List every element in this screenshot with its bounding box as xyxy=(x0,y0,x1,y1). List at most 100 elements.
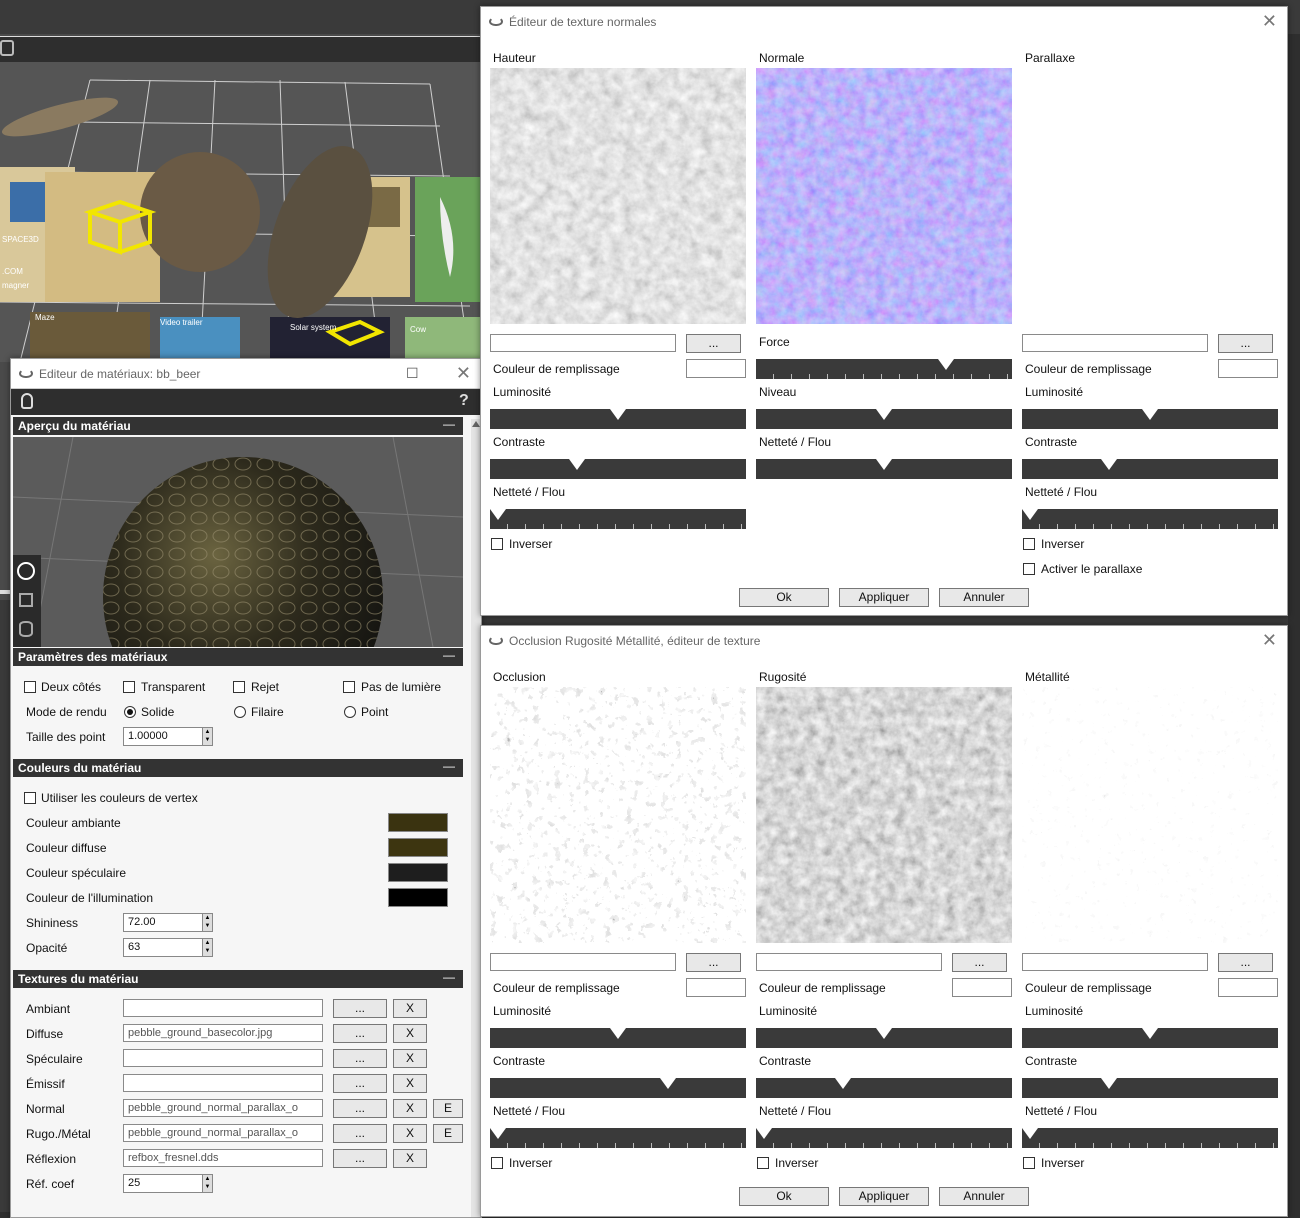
speculaire-swatch[interactable] xyxy=(388,863,448,882)
parallaxe-inverser-checkbox[interactable] xyxy=(1023,538,1035,550)
tex-diffuse-field[interactable]: pebble_ground_basecolor.jpg xyxy=(123,1024,323,1042)
opacite-input[interactable]: 63 ▲ ▼ xyxy=(123,938,213,957)
close-button[interactable]: ✕ xyxy=(1262,630,1277,651)
tex-diffuse-browse[interactable]: ... xyxy=(333,1024,387,1043)
cube-tool-icon[interactable] xyxy=(0,40,14,56)
slider-thumb[interactable] xyxy=(1142,409,1158,420)
activer-parallaxe-checkbox[interactable] xyxy=(1023,563,1035,575)
ok-button[interactable]: Ok xyxy=(739,1187,829,1206)
hauteur-cont-slider[interactable] xyxy=(490,459,746,479)
rugosite-inverser-checkbox[interactable] xyxy=(757,1157,769,1169)
cube-shape-icon[interactable] xyxy=(19,593,33,607)
occlusion-net-slider[interactable] xyxy=(490,1128,746,1148)
ambiante-swatch[interactable] xyxy=(388,813,448,832)
slider-thumb[interactable] xyxy=(835,1078,852,1089)
occlusion-cont-slider[interactable] xyxy=(490,1078,746,1098)
material-preview[interactable] xyxy=(13,437,463,647)
deux-cotes-checkbox[interactable] xyxy=(24,681,36,693)
force-slider[interactable] xyxy=(756,359,1012,379)
rugosite-map-preview[interactable] xyxy=(756,687,1012,943)
tex-reflexion-clear[interactable]: X xyxy=(393,1149,427,1168)
hauteur-browse-button[interactable]: ... xyxy=(686,334,741,353)
metallite-cont-slider[interactable] xyxy=(1022,1078,1278,1098)
appliquer-button[interactable]: Appliquer xyxy=(839,588,929,607)
tex-emissif-clear[interactable]: X xyxy=(393,1074,427,1093)
metallite-browse-button[interactable]: ... xyxy=(1218,953,1273,972)
tex-speculaire-field[interactable] xyxy=(123,1049,323,1067)
slider-thumb[interactable] xyxy=(876,459,892,470)
hauteur-fill-swatch[interactable] xyxy=(686,359,746,378)
slider-thumb[interactable] xyxy=(569,459,586,470)
tex-ambiant-clear[interactable]: X xyxy=(393,999,427,1018)
normal-editor-titlebar[interactable]: Éditeur de texture normales ✕ xyxy=(481,7,1287,37)
refcoef-input[interactable]: 25 ▲ ▼ xyxy=(123,1174,213,1193)
parallaxe-fill-swatch[interactable] xyxy=(1218,359,1278,378)
metallite-map-preview[interactable] xyxy=(1022,687,1278,943)
parallaxe-lum-slider[interactable] xyxy=(1022,409,1278,429)
parallaxe-net-slider[interactable] xyxy=(1022,509,1278,529)
filaire-radio[interactable] xyxy=(234,706,246,718)
slider-thumb[interactable] xyxy=(1022,509,1038,520)
parallaxe-path-field[interactable] xyxy=(1022,334,1208,352)
height-map-preview[interactable] xyxy=(490,68,746,324)
orm-editor-titlebar[interactable]: Occlusion Rugosité Métallité, éditeur de… xyxy=(481,626,1287,656)
rugosite-browse-button[interactable]: ... xyxy=(952,953,1007,972)
tex-normal-field[interactable]: pebble_ground_normal_parallax_o xyxy=(123,1099,323,1117)
parallaxe-cont-slider[interactable] xyxy=(1022,459,1278,479)
tex-emissif-browse[interactable]: ... xyxy=(333,1074,387,1093)
metallite-inverser-checkbox[interactable] xyxy=(1023,1157,1035,1169)
cylinder-shape-icon[interactable] xyxy=(19,621,33,637)
occlusion-path-field[interactable] xyxy=(490,953,676,971)
section-colors[interactable]: Couleurs du matériau — xyxy=(13,759,463,777)
tex-ambiant-field[interactable] xyxy=(123,999,323,1017)
illumination-swatch[interactable] xyxy=(388,888,448,907)
bulb-icon[interactable] xyxy=(21,393,33,409)
tex-rugo-browse[interactable]: ... xyxy=(333,1124,387,1143)
parallaxe-browse-button[interactable]: ... xyxy=(1218,334,1273,353)
slider-thumb[interactable] xyxy=(938,359,955,370)
hauteur-path-field[interactable] xyxy=(490,334,676,352)
rugosite-net-slider[interactable] xyxy=(756,1128,1012,1148)
occlusion-fill-swatch[interactable] xyxy=(686,978,746,997)
metallite-net-slider[interactable] xyxy=(1022,1128,1278,1148)
slider-thumb[interactable] xyxy=(876,409,892,420)
slider-thumb[interactable] xyxy=(1101,1078,1118,1089)
section-textures[interactable]: Textures du matériau — xyxy=(13,970,463,988)
hauteur-net-slider[interactable] xyxy=(490,509,746,529)
annuler-button[interactable]: Annuler xyxy=(939,1187,1029,1206)
close-button[interactable]: ✕ xyxy=(1262,11,1277,32)
tex-normal-edit[interactable]: E xyxy=(433,1099,463,1118)
slider-thumb[interactable] xyxy=(1022,1128,1038,1139)
slider-thumb[interactable] xyxy=(876,1028,892,1039)
slider-thumb[interactable] xyxy=(490,509,506,520)
tex-reflexion-field[interactable]: refbox_fresnel.dds xyxy=(123,1149,323,1167)
section-params[interactable]: Paramètres des matériaux — xyxy=(13,648,463,666)
tex-speculaire-clear[interactable]: X xyxy=(393,1049,427,1068)
occlusion-map-preview[interactable] xyxy=(490,687,746,943)
tex-rugo-clear[interactable]: X xyxy=(393,1124,427,1143)
appliquer-button[interactable]: Appliquer xyxy=(839,1187,929,1206)
metallite-path-field[interactable] xyxy=(1022,953,1208,971)
tex-normal-clear[interactable]: X xyxy=(393,1099,427,1118)
occlusion-browse-button[interactable]: ... xyxy=(686,953,741,972)
pas-lumiere-checkbox[interactable] xyxy=(343,681,355,693)
tex-emissif-field[interactable] xyxy=(123,1074,323,1092)
sphere-shape-icon[interactable] xyxy=(17,562,35,580)
rejet-checkbox[interactable] xyxy=(233,681,245,693)
occlusion-lum-slider[interactable] xyxy=(490,1028,746,1048)
slider-thumb[interactable] xyxy=(1142,1028,1158,1039)
rugosite-path-field[interactable] xyxy=(756,953,942,971)
tex-normal-browse[interactable]: ... xyxy=(333,1099,387,1118)
help-icon[interactable]: ? xyxy=(459,392,469,410)
point-radio[interactable] xyxy=(344,706,356,718)
niveau-slider[interactable] xyxy=(756,409,1012,429)
rugosite-fill-swatch[interactable] xyxy=(952,978,1012,997)
tex-diffuse-clear[interactable]: X xyxy=(393,1024,427,1043)
slider-thumb[interactable] xyxy=(1101,459,1118,470)
transparent-checkbox[interactable] xyxy=(123,681,135,693)
annuler-button[interactable]: Annuler xyxy=(939,588,1029,607)
slider-thumb[interactable] xyxy=(490,1128,506,1139)
section-preview[interactable]: Aperçu du matériau — xyxy=(13,417,463,435)
hauteur-inverser-checkbox[interactable] xyxy=(491,538,503,550)
slider-thumb[interactable] xyxy=(610,409,626,420)
